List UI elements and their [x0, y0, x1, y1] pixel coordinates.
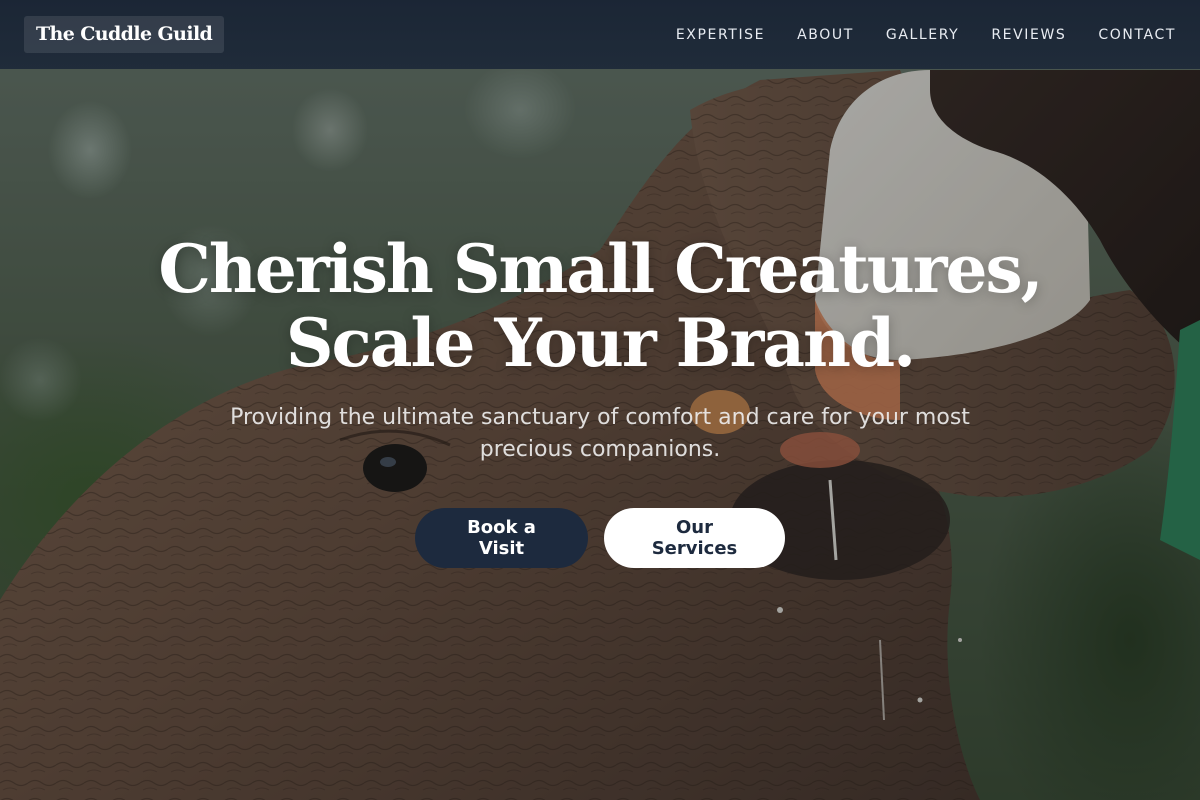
hero-headline-line-1: Cherish Small Creatures, [158, 230, 1043, 308]
book-visit-button[interactable]: Book a Visit [415, 508, 588, 568]
main-nav: EXPERTISE ABOUT GALLERY REVIEWS CONTACT [676, 27, 1176, 43]
our-services-button[interactable]: Our Services [604, 508, 785, 568]
hero-subheadline: Providing the ultimate sanctuary of comf… [230, 405, 970, 462]
site-header: The Cuddle Guild EXPERTISE ABOUT GALLERY… [0, 0, 1200, 69]
site-logo[interactable]: The Cuddle Guild [24, 16, 225, 53]
nav-link-expertise[interactable]: EXPERTISE [676, 27, 765, 43]
nav-link-gallery[interactable]: GALLERY [886, 27, 959, 43]
landing-page: The Cuddle Guild EXPERTISE ABOUT GALLERY… [0, 0, 1200, 800]
hero-headline-line-2: Scale Your Brand. [285, 304, 916, 382]
nav-link-reviews[interactable]: REVIEWS [991, 27, 1066, 43]
nav-link-about[interactable]: ABOUT [797, 27, 854, 43]
hero-cta-group: Book a Visit Our Services [0, 508, 1200, 568]
nav-link-contact[interactable]: CONTACT [1098, 27, 1176, 43]
hero-headline: Cherish Small Creatures, Scale Your Bran… [0, 232, 1200, 380]
hero-section: Cherish Small Creatures, Scale Your Bran… [0, 232, 1200, 568]
